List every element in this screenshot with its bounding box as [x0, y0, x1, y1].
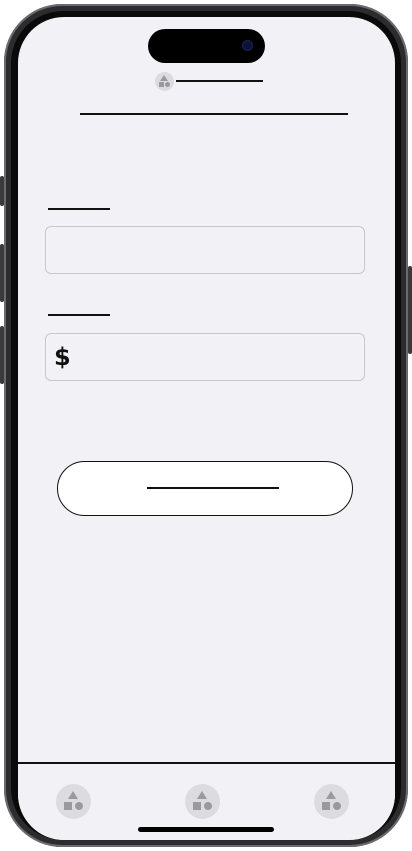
- tab-item-1-icon[interactable]: [56, 784, 91, 819]
- page-title: [80, 113, 348, 115]
- tab-item-2-icon[interactable]: [185, 784, 220, 819]
- dynamic-island: [148, 29, 265, 63]
- tab-item-3-icon[interactable]: [314, 784, 349, 819]
- power-button: [408, 266, 412, 354]
- volume-down-button: [0, 326, 4, 384]
- app-screen: $: [18, 17, 395, 840]
- field-two-label: [48, 314, 110, 316]
- app-icon: [155, 72, 174, 91]
- text-input-field[interactable]: [45, 226, 365, 274]
- action-button: [0, 176, 4, 206]
- front-camera: [242, 40, 253, 51]
- app-title-placeholder: [176, 80, 263, 82]
- primary-button[interactable]: [57, 461, 353, 516]
- amount-input-field[interactable]: $: [45, 333, 365, 381]
- primary-button-label: [147, 487, 279, 489]
- volume-up-button: [0, 244, 4, 302]
- home-indicator[interactable]: [138, 827, 274, 832]
- currency-symbol: $: [54, 343, 71, 371]
- field-one-label: [48, 208, 110, 210]
